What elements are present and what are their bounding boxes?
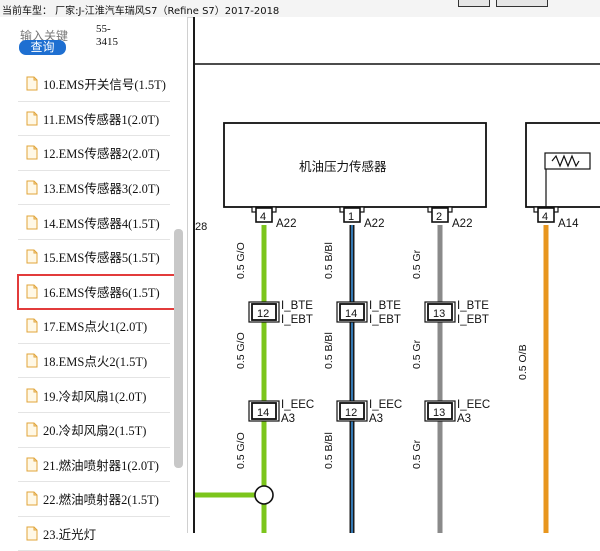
- list-item-label: 23.近光灯: [43, 528, 97, 543]
- document-icon: [26, 284, 38, 299]
- list-item-selected[interactable]: 16.EMS传感器6(1.5T): [17, 273, 182, 311]
- list-item-label: 10.EMS开关信号(1.5T): [43, 78, 166, 93]
- row1-label-top: I_BTE: [369, 300, 401, 312]
- pin-connector: A22: [452, 218, 472, 230]
- wire-spec-label: 0.5 B/Bl: [323, 242, 335, 279]
- toolbar-button-1[interactable]: [458, 0, 490, 7]
- document-icon: [26, 457, 38, 472]
- junction-circle: [254, 485, 274, 505]
- code-line-1: 55-: [96, 23, 111, 35]
- wiring-diagram: 机油压力传感器 28 4 A22 1 A22 2 A22 4 A14 0.5 G/O 0.5 G/O 0…: [193, 17, 600, 533]
- toolbar-button-2[interactable]: [496, 0, 548, 7]
- document-icon: [26, 526, 38, 541]
- document-icon: [26, 491, 38, 506]
- vehicle-info: 当前车型： 厂家:J-江淮汽车瑞风S7（Refine S7）2017-2018: [2, 6, 280, 17]
- row2-label-top: I_EEC: [369, 399, 402, 411]
- list-item-label: 22.燃油喷射器2(1.5T): [43, 493, 159, 508]
- document-icon: [26, 76, 38, 91]
- document-icon: [26, 318, 38, 333]
- wire-spec-label: 0.5 Gr: [411, 439, 423, 469]
- pin-connector: A22: [364, 218, 384, 230]
- list-item[interactable]: 22.燃油喷射器2(1.5T): [18, 482, 170, 517]
- document-icon: [26, 388, 38, 403]
- scrollbar[interactable]: [174, 229, 183, 468]
- wire-spec-label: 0.5 B/Bl: [323, 432, 335, 469]
- row1-label-bottom: I_EBT: [457, 314, 489, 326]
- document-icon: [26, 111, 38, 126]
- list-item-label: 12.EMS传感器2(2.0T): [43, 147, 160, 162]
- list-item-label: 18.EMS点火2(1.5T): [43, 355, 148, 370]
- list-item-label: 19.冷却风扇1(2.0T): [43, 389, 147, 404]
- row2-label-bottom: A3: [457, 413, 471, 425]
- row2-label-top: I_EEC: [281, 399, 314, 411]
- wire-spec-label: 0.5 G/O: [235, 432, 247, 469]
- list-item[interactable]: 12.EMS传感器2(2.0T): [18, 136, 170, 171]
- pin-number: 2: [436, 211, 442, 223]
- row1-label-bottom: I_EBT: [369, 314, 401, 326]
- list-item-label: 17.EMS点火1(2.0T): [43, 320, 148, 335]
- pin-connector: A14: [558, 218, 579, 230]
- row1-number: 12: [257, 308, 269, 320]
- row2-number: 12: [345, 407, 357, 419]
- edge-label: 28: [195, 221, 207, 233]
- list-item[interactable]: 18.EMS点火2(1.5T): [18, 344, 170, 379]
- list-item[interactable]: 21.燃油喷射器1(2.0T): [18, 448, 170, 483]
- row1-number: 13: [433, 308, 445, 320]
- resistor-icon: [544, 152, 591, 170]
- wire-spec-label: 0.5 B/Bl: [323, 332, 335, 369]
- list-item-label: 15.EMS传感器5(1.5T): [43, 251, 160, 266]
- list-item[interactable]: 11.EMS传感器1(2.0T): [18, 102, 170, 137]
- document-icon: [26, 353, 38, 368]
- document-icon: [26, 215, 38, 230]
- diagram-list: 10.EMS开关信号(1.5T) 11.EMS传感器1(2.0T) 12.EMS传感…: [17, 67, 182, 551]
- sidebar: 输入关键 查询 55- 3415 10.EMS开关信号(1.5T) 11.EMS传…: [0, 17, 188, 551]
- list-item[interactable]: 23.近光灯: [18, 517, 170, 551]
- row1-label-top: I_BTE: [281, 300, 313, 312]
- list-item-label: 21.燃油喷射器1(2.0T): [43, 458, 159, 473]
- document-icon: [26, 249, 38, 264]
- wire-spec-label: 0.5 G/O: [235, 242, 247, 279]
- list-item-label: 20.冷却风扇2(1.5T): [43, 424, 147, 439]
- wiring-diagram-canvas: 机油压力传感器 28 4 A22 1 A22 2 A22 4 A14 0.5 G/O 0.5 G/O 0…: [195, 63, 600, 533]
- row1-label-bottom: I_EBT: [281, 314, 313, 326]
- list-item[interactable]: 13.EMS传感器3(2.0T): [18, 171, 170, 206]
- document-icon: [26, 145, 38, 160]
- list-item[interactable]: 10.EMS开关信号(1.5T): [18, 67, 170, 102]
- row2-number: 13: [433, 407, 445, 419]
- search-button[interactable]: 查询: [19, 40, 66, 55]
- list-item[interactable]: 20.冷却风扇2(1.5T): [18, 413, 170, 448]
- row2-label-bottom: A3: [281, 413, 295, 425]
- pin-number: 4: [542, 211, 548, 223]
- list-item-label: 13.EMS传感器3(2.0T): [43, 182, 160, 197]
- wire-spec-label: 0.5 Gr: [411, 249, 423, 279]
- pin-number: 4: [260, 211, 266, 223]
- list-item[interactable]: 19.冷却风扇1(2.0T): [18, 378, 170, 413]
- code-text: 55- 3415: [96, 23, 118, 49]
- list-item[interactable]: 17.EMS点火1(2.0T): [18, 309, 170, 344]
- list-item-label: 11.EMS传感器1(2.0T): [43, 112, 160, 127]
- row2-label-bottom: A3: [369, 413, 383, 425]
- wire-spec-label: 0.5 G/O: [235, 332, 247, 369]
- top-bar: 当前车型： 厂家:J-江淮汽车瑞风S7（Refine S7）2017-2018: [0, 0, 600, 18]
- code-line-2: 3415: [96, 36, 118, 48]
- list-item-label: 14.EMS传感器4(1.5T): [43, 216, 160, 231]
- pin-connector: A22: [276, 218, 296, 230]
- list-item[interactable]: 14.EMS传感器4(1.5T): [18, 205, 170, 240]
- pin-number: 1: [348, 211, 354, 223]
- document-icon: [26, 422, 38, 437]
- list-item[interactable]: 15.EMS传感器5(1.5T): [18, 240, 170, 275]
- row2-label-top: I_EEC: [457, 399, 490, 411]
- sensor-label: 机油压力传感器: [299, 159, 387, 174]
- row1-number: 14: [345, 308, 357, 320]
- row1-label-top: I_BTE: [457, 300, 489, 312]
- list-item-label: 16.EMS传感器6(1.5T): [43, 285, 160, 300]
- row2-number: 14: [257, 407, 269, 419]
- wire-spec-label: 0.5 O/B: [517, 344, 529, 380]
- document-icon: [26, 180, 38, 195]
- wire-spec-label: 0.5 Gr: [411, 339, 423, 369]
